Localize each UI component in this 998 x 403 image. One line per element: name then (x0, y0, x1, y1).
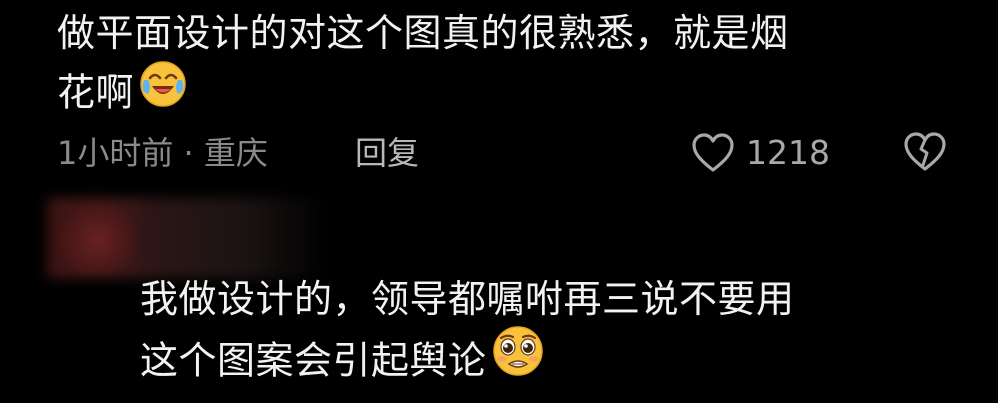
comment-line-2: 花啊 (57, 61, 927, 128)
dislike-button[interactable] (902, 131, 948, 187)
reply-line-2: 这个图案会引起舆论 (140, 326, 940, 398)
reply-body: 我做设计的，领导都嘱咐再三说不要用 这个图案会引起舆论 (140, 270, 940, 398)
reply-line-1: 我做设计的，领导都嘱咐再三说不要用 (140, 277, 795, 321)
comment-line-2-text: 花啊 (57, 70, 135, 115)
comment-meta-row: 1小时前 · 重庆 回复 1218 (57, 128, 957, 178)
pleading-face-emoji-icon (491, 324, 545, 394)
reply-avatar[interactable] (60, 210, 135, 270)
reply-line-2-text: 这个图案会引起舆论 (140, 338, 487, 383)
like-button[interactable]: 1218 (690, 128, 830, 178)
like-count: 1218 (746, 133, 830, 172)
reply-button[interactable]: 回复 (355, 128, 419, 178)
broken-heart-icon (902, 132, 948, 181)
heart-outline-icon (690, 132, 736, 174)
time-location: 1小时前 · 重庆 (57, 134, 268, 172)
comment-line-1: 做平面设计的对这个图真的很熟悉，就是烟 (57, 11, 789, 55)
crying-laughing-emoji-icon (138, 58, 188, 124)
comment-body: 做平面设计的对这个图真的很熟悉，就是烟 花啊 (57, 4, 927, 128)
